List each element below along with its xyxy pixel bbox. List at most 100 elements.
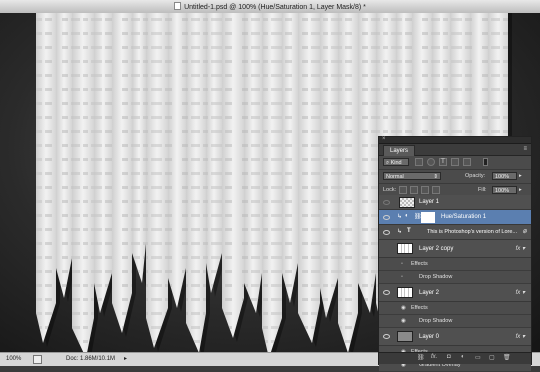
paper-strip-text — [132, 13, 146, 283]
layer-thumbnail — [397, 287, 413, 298]
visibility-eye-icon[interactable] — [383, 200, 390, 205]
paper-strip-text — [244, 13, 262, 313]
paper-strip-text — [146, 13, 168, 348]
shape-filter-icon[interactable] — [451, 158, 459, 166]
adjustment-icon: ◐ — [405, 213, 409, 219]
layer-thumbnail — [397, 243, 413, 254]
layer-row-hue-saturation-1[interactable]: ↳ ◐ ⛓ Hue/Saturation 1 — [379, 210, 531, 225]
paper-strip-text — [282, 13, 298, 303]
zoom-level[interactable]: 100% — [6, 356, 21, 362]
effect-name: Drop Shadow — [419, 318, 453, 324]
link-layers-icon[interactable]: ⛓ — [417, 354, 425, 361]
filter-row: ⌕ Kind T — [379, 156, 531, 170]
layer-thumbnail — [399, 197, 415, 208]
window-title: Untitled-1.psd @ 100% (Hue/Saturation 1,… — [0, 2, 540, 11]
panel-menu-icon[interactable]: ≡ — [523, 146, 527, 152]
paper-strip-text — [94, 13, 112, 313]
paper-strip-text — [222, 13, 244, 338]
layer-name[interactable]: Hue/Saturation 1 — [441, 214, 486, 220]
visibility-eye-icon[interactable] — [383, 290, 390, 295]
layer-row-layer-1[interactable]: Layer 1 — [379, 195, 531, 210]
paper-strip-text — [320, 13, 338, 318]
lock-transparency-icon[interactable] — [399, 186, 407, 194]
paper-strip-text — [206, 13, 222, 293]
pixel-filter-icon[interactable] — [415, 158, 423, 166]
paper-strip-text — [338, 13, 358, 352]
layer-row-layer-0[interactable]: Layer 0 fx ▾ — [379, 328, 531, 346]
layers-list: Layer 1 ↳ ◐ ⛓ Hue/Saturation 1 ↳ T This … — [379, 195, 531, 372]
new-layer-icon[interactable]: ▢ — [489, 354, 495, 361]
visibility-eye-icon[interactable] — [383, 215, 390, 220]
paper-strip-text — [56, 13, 72, 298]
opacity-label: Opacity: — [465, 173, 486, 179]
paper-strip-text — [186, 13, 206, 352]
fill-arrow-icon[interactable]: ▸ — [519, 187, 522, 193]
opacity-input[interactable]: 100% — [492, 172, 517, 180]
lock-position-icon[interactable] — [421, 186, 429, 194]
paper-strip-text — [358, 13, 376, 313]
lock-all-icon[interactable] — [432, 186, 440, 194]
effect-name: Drop Shadow — [419, 274, 453, 280]
export-icon[interactable] — [33, 355, 42, 364]
close-icon[interactable]: × — [382, 136, 386, 142]
layer-mask-thumbnail[interactable] — [421, 212, 435, 223]
filter-toggle-icon[interactable] — [483, 158, 488, 166]
visibility-eye-icon[interactable] — [383, 334, 390, 339]
kind-label: Kind — [390, 160, 402, 166]
opacity-arrow-icon[interactable]: ▸ — [519, 173, 522, 179]
effects-eye-icon[interactable]: ◦ — [401, 261, 403, 267]
paper-strip-text — [72, 13, 94, 352]
paper-strip-text — [112, 13, 132, 333]
fx-icon[interactable]: fx ▾ — [516, 289, 525, 296]
effect-eye-icon[interactable]: ◦ — [401, 274, 403, 280]
effects-row[interactable]: ◉ Effects — [379, 302, 531, 315]
layer-row-layer-2-copy[interactable]: Layer 2 copy fx ▾ — [379, 240, 531, 258]
delete-layer-icon[interactable]: 🗑 — [503, 354, 511, 361]
layer-name[interactable]: Layer 1 — [419, 199, 439, 205]
fx-icon[interactable]: fx ▾ — [516, 245, 525, 252]
kind-filter-select[interactable]: ⌕ Kind — [383, 158, 409, 166]
effects-eye-icon[interactable]: ◉ — [401, 305, 406, 311]
new-adjustment-icon[interactable]: ◐ — [461, 354, 465, 360]
clip-arrow-icon: ↳ — [397, 214, 403, 220]
panel-header: × — [379, 136, 531, 144]
chevron-down-icon: ⇕ — [433, 174, 438, 180]
document-icon — [174, 2, 182, 10]
clip-arrow-icon: ↳ — [397, 229, 403, 235]
layer-name[interactable]: This is Photoshop's version of Lore... — [427, 229, 517, 235]
layers-panel: × Layers ≡ ⌕ Kind T Normal ⇕ Opacity: 100… — [378, 136, 532, 372]
window-titlebar: Untitled-1.psd @ 100% (Hue/Saturation 1,… — [0, 0, 540, 14]
layer-thumbnail — [397, 331, 413, 342]
smart-object-filter-icon[interactable] — [463, 158, 471, 166]
add-style-icon[interactable]: fx. — [431, 354, 437, 360]
effect-eye-icon[interactable]: ◉ — [401, 318, 406, 324]
tab-layers[interactable]: Layers — [383, 145, 416, 156]
blend-mode-select[interactable]: Normal ⇕ — [383, 172, 441, 180]
layer-name[interactable]: Layer 0 — [419, 334, 439, 340]
effects-row[interactable]: ◦ Effects — [379, 258, 531, 271]
layer-row-text[interactable]: ↳ T This is Photoshop's version of Lore.… — [379, 225, 531, 240]
fill-label: Fill: — [478, 187, 487, 193]
effect-row-drop-shadow[interactable]: ◦ Drop Shadow — [379, 271, 531, 284]
layer-name[interactable]: Layer 2 — [419, 290, 439, 296]
lock-pixels-icon[interactable] — [410, 186, 418, 194]
panel-bottom-toolbar: ⛓ fx. ◘ ◐ ▭ ▢ 🗑 — [379, 352, 531, 364]
add-mask-icon[interactable]: ◘ — [447, 354, 451, 360]
fx-icon[interactable]: fx ▾ — [516, 333, 525, 340]
panel-tab-row: Layers ≡ — [379, 144, 531, 156]
new-group-icon[interactable]: ▭ — [475, 354, 481, 361]
window-title-text: Untitled-1.psd @ 100% (Hue/Saturation 1,… — [184, 4, 366, 11]
adjustment-filter-icon[interactable] — [427, 158, 435, 166]
type-filter-icon[interactable]: T — [439, 158, 447, 166]
effect-row-drop-shadow[interactable]: ◉ Drop Shadow — [379, 315, 531, 328]
effects-label: Effects — [411, 261, 428, 267]
text-layer-icon: T — [407, 228, 411, 234]
doc-size[interactable]: Doc: 1.86M/10.1M — [66, 356, 115, 362]
layer-row-layer-2[interactable]: Layer 2 fx ▾ — [379, 284, 531, 302]
paper-strip-text — [168, 13, 186, 308]
layer-name[interactable]: Layer 2 copy — [419, 246, 453, 252]
fill-input[interactable]: 100% — [492, 186, 517, 194]
status-arrow-icon[interactable]: ▸ — [124, 355, 127, 362]
visibility-eye-icon[interactable] — [383, 230, 390, 235]
effects-label: Effects — [411, 305, 428, 311]
